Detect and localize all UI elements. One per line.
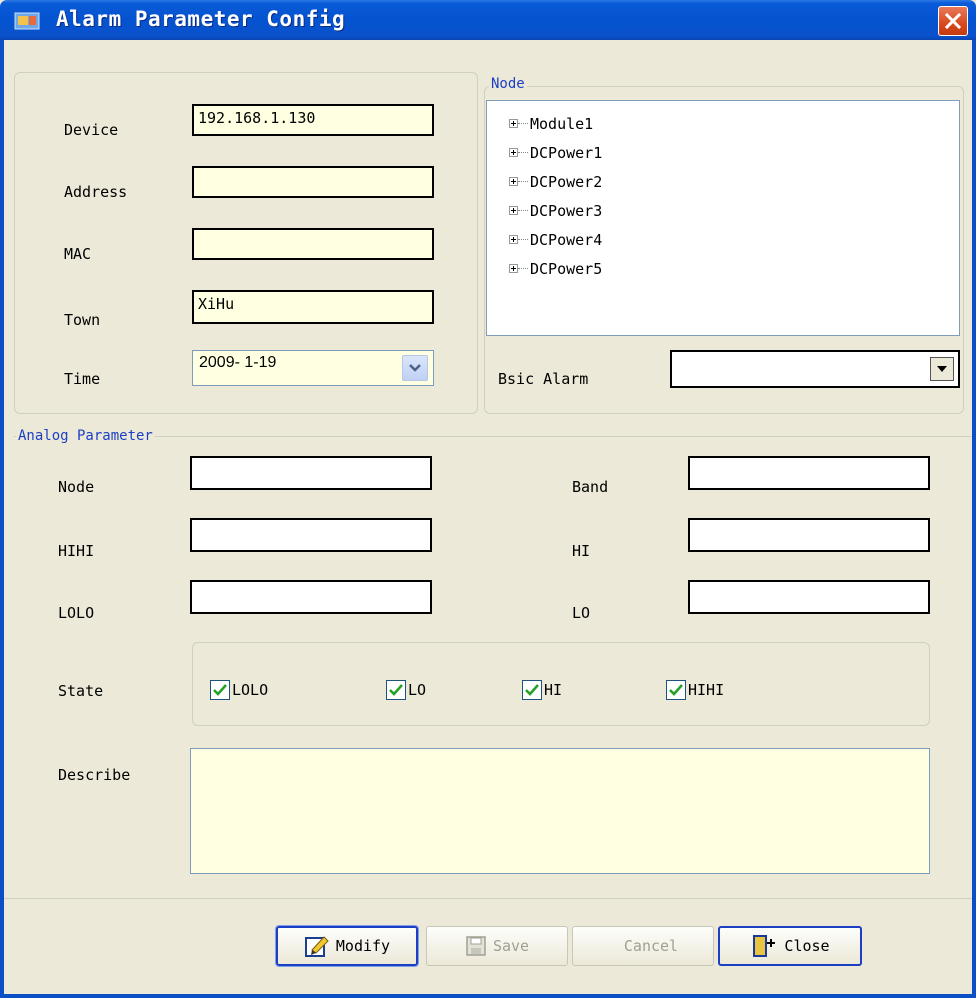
close-icon	[944, 12, 962, 30]
date-dropdown-button[interactable]	[402, 355, 428, 381]
close-button[interactable]: Close	[718, 926, 862, 966]
tree-item-label: DCPower3	[530, 201, 603, 220]
window-frame-left	[0, 40, 4, 998]
checkmark-icon	[389, 684, 403, 696]
alarm-app-icon	[14, 10, 42, 32]
calendar-dropdown-icon	[409, 364, 421, 372]
save-icon	[466, 936, 486, 956]
basic-alarm-label: Bsic Alarm	[498, 370, 589, 388]
time-value: 2009- 1-19	[199, 354, 277, 371]
tree-expand-icon[interactable]	[509, 177, 518, 186]
checkbox-box[interactable]	[522, 680, 542, 700]
hihi-field[interactable]	[190, 518, 432, 552]
mac-label: MAC	[64, 245, 92, 263]
close-button-label: Close	[784, 937, 830, 955]
modify-icon	[304, 936, 329, 957]
cancel-button-label: Cancel	[623, 937, 679, 955]
window-title: Alarm Parameter Config	[56, 7, 346, 31]
checkbox-box[interactable]	[210, 680, 230, 700]
tree-item[interactable]: Module1	[509, 109, 602, 138]
address-label: Address	[64, 183, 128, 201]
checkbox-label: LOLO	[232, 681, 269, 699]
hi-field[interactable]	[688, 518, 930, 552]
analog-legend: Analog Parameter	[16, 428, 155, 444]
lo-field[interactable]	[688, 580, 930, 614]
tree-item-label: DCPower4	[530, 230, 603, 249]
modify-button[interactable]: Modify	[275, 925, 419, 967]
town-field[interactable]: XiHu	[192, 290, 434, 324]
checkbox-label: HIHI	[688, 681, 725, 699]
node-tree[interactable]: Module1 DCPower1 DCPower2 DCPower3 DCPow…	[486, 100, 960, 336]
device-label: Device	[64, 121, 119, 139]
tree-list: Module1 DCPower1 DCPower2 DCPower3 DCPow…	[509, 109, 602, 283]
modify-button-label: Modify	[335, 937, 391, 955]
tree-expand-icon[interactable]	[509, 148, 518, 157]
analog-divider-bottom	[4, 898, 972, 899]
tree-item[interactable]: DCPower4	[509, 225, 602, 254]
tree-expand-icon[interactable]	[509, 235, 518, 244]
checkbox-label: LO	[408, 681, 427, 699]
state-label: State	[58, 682, 104, 700]
lolo-field[interactable]	[190, 580, 432, 614]
analog-divider-top	[14, 436, 972, 437]
state-hihi-checkbox[interactable]: HIHI	[666, 680, 724, 700]
band-field[interactable]	[688, 456, 930, 490]
hi-label: HI	[572, 542, 591, 560]
town-label: Town	[64, 311, 101, 329]
checkmark-icon	[213, 684, 227, 696]
dropdown-arrow-icon	[937, 366, 947, 372]
tree-item[interactable]: DCPower1	[509, 138, 602, 167]
state-hi-checkbox[interactable]: HI	[522, 680, 562, 700]
state-lo-checkbox[interactable]: LO	[386, 680, 426, 700]
tree-item-label: DCPower5	[530, 259, 603, 278]
hihi-label: HIHI	[58, 542, 95, 560]
save-button[interactable]: Save	[426, 926, 568, 966]
checkbox-box[interactable]	[666, 680, 686, 700]
exit-door-icon	[753, 935, 776, 957]
time-label: Time	[64, 370, 101, 388]
lo-label: LO	[572, 604, 591, 622]
tree-item[interactable]: DCPower2	[509, 167, 602, 196]
window-frame-right	[972, 40, 976, 998]
lolo-label: LOLO	[58, 604, 95, 622]
node-legend: Node	[489, 76, 527, 92]
checkbox-box[interactable]	[386, 680, 406, 700]
basic-alarm-dropdown-button[interactable]	[930, 357, 954, 381]
window-frame-bottom	[0, 994, 976, 998]
state-lolo-checkbox[interactable]: LOLO	[210, 680, 268, 700]
time-date-picker[interactable]: 2009- 1-19	[192, 350, 434, 386]
tree-item-label: DCPower1	[530, 143, 603, 162]
tree-expand-icon[interactable]	[509, 206, 518, 215]
save-button-label: Save	[492, 937, 530, 955]
checkbox-label: HI	[544, 681, 563, 699]
tree-item-label: DCPower2	[530, 172, 603, 191]
tree-item[interactable]: DCPower5	[509, 254, 602, 283]
window-close-button[interactable]	[938, 6, 968, 36]
tree-expand-icon[interactable]	[509, 119, 518, 128]
describe-textarea[interactable]	[190, 748, 930, 874]
describe-label: Describe	[58, 766, 131, 784]
checkmark-icon	[669, 684, 683, 696]
basic-alarm-select[interactable]	[670, 350, 960, 388]
checkmark-icon	[525, 684, 539, 696]
device-field[interactable]: 192.168.1.130	[192, 104, 434, 136]
mac-field[interactable]	[192, 228, 434, 260]
address-field[interactable]	[192, 166, 434, 198]
tree-item[interactable]: DCPower3	[509, 196, 602, 225]
node-param-field[interactable]	[190, 456, 432, 490]
band-label: Band	[572, 478, 609, 496]
tree-item-label: Module1	[530, 114, 594, 133]
tree-expand-icon[interactable]	[509, 264, 518, 273]
cancel-button[interactable]: Cancel	[572, 926, 714, 966]
node-param-label: Node	[58, 478, 95, 496]
